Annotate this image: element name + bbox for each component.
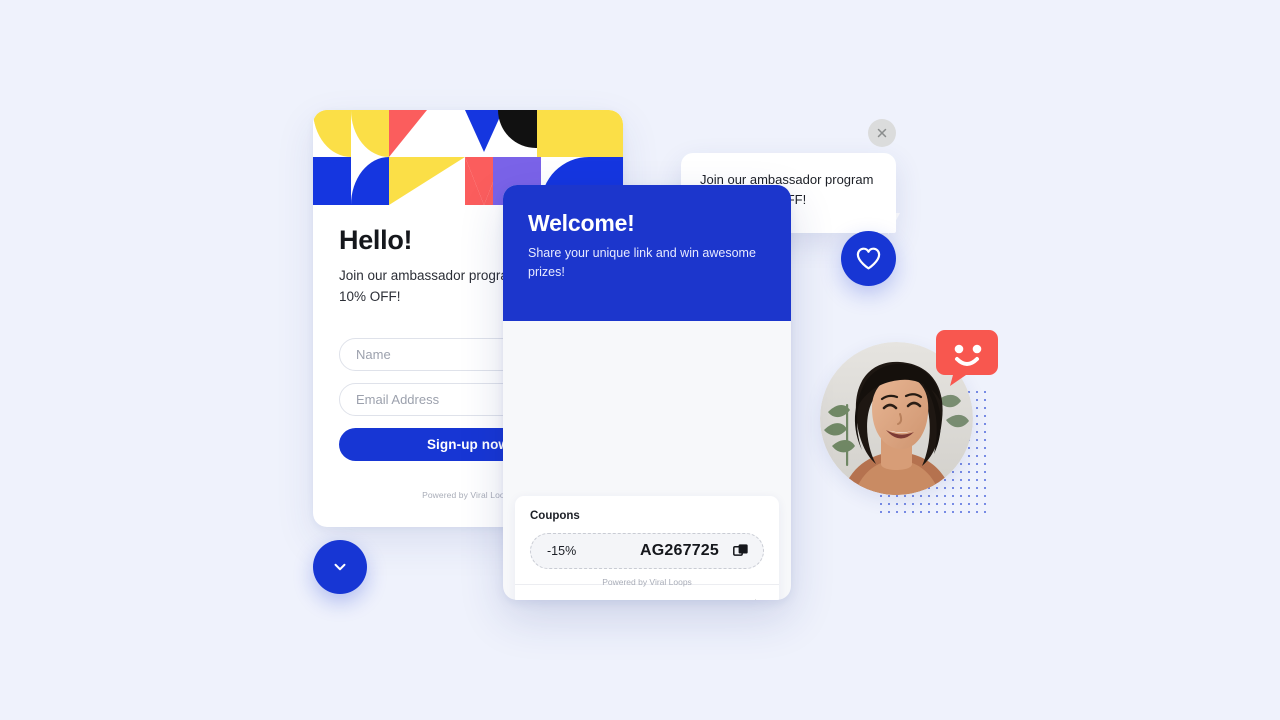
coupons-label: Coupons	[530, 510, 580, 522]
coupon-copy-button[interactable]	[733, 543, 749, 559]
welcome-subtitle: Share your unique link and win awesome p…	[528, 246, 756, 280]
page-canvas: Hello! Join our ambassador program and g…	[0, 0, 1280, 720]
coupon-discount: -15%	[547, 544, 577, 558]
tooltip-close-button[interactable]	[868, 119, 896, 147]
coupon-code: AG267725	[640, 542, 719, 559]
copy-icon	[733, 544, 748, 556]
favorite-button[interactable]	[841, 231, 896, 286]
chevron-right-icon	[754, 599, 763, 600]
coupon-chip[interactable]: -15% AG267725	[530, 533, 764, 569]
welcome-powered-by: Powered by Viral Loops	[602, 577, 692, 587]
smiley-chat-bubble-icon	[936, 330, 998, 386]
chevron-down-icon	[334, 563, 346, 571]
chat-bubble-svg	[936, 330, 998, 386]
coupons-section: Coupons -15% AG267725	[515, 496, 779, 584]
close-icon	[877, 128, 887, 138]
dashboard-link-row[interactable]: Visit your dashboard	[515, 585, 779, 600]
widget-toggle-button[interactable]	[313, 540, 367, 594]
welcome-header: Welcome! Share your unique link and win …	[503, 185, 791, 321]
welcome-card: Welcome! Share your unique link and win …	[503, 185, 791, 600]
welcome-title: Welcome!	[528, 210, 635, 236]
heart-icon	[856, 247, 881, 270]
